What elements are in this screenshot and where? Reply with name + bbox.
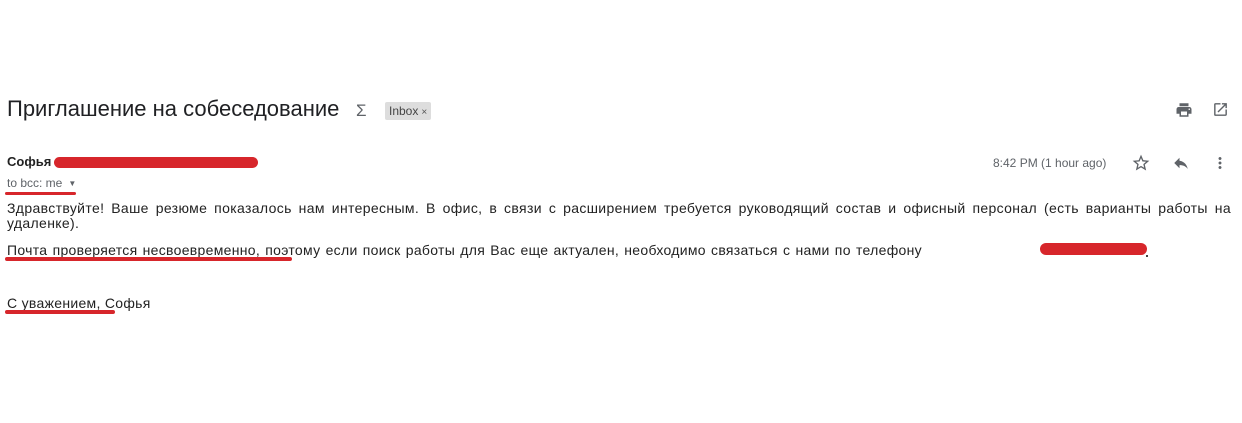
recipients-details-toggle[interactable]: to bcc: me ▼ (7, 176, 76, 190)
email-body-paragraph-2: Почта проверяется несвоевременно, поэтом… (7, 242, 922, 258)
dropdown-arrow-icon[interactable]: ▼ (68, 179, 76, 188)
highlighted-phrase: Почта проверяется несвоевременно (7, 242, 256, 258)
more-options-icon[interactable] (1211, 154, 1229, 172)
highlight-underline (5, 257, 292, 261)
signature-name: , Софья (96, 295, 151, 311)
print-icon[interactable] (1175, 101, 1193, 119)
email-signature: С уважением, Софья (7, 295, 151, 311)
important-marker-icon[interactable]: Σ (356, 101, 367, 121)
star-icon[interactable] (1131, 153, 1151, 173)
recipients-text: to bcc: me (7, 176, 63, 190)
inbox-label-text: Inbox (389, 104, 419, 118)
email-subject: Приглашение на собеседование (7, 96, 340, 121)
recipients-highlight-underline (5, 192, 76, 195)
signature-greeting: С уважением (7, 295, 97, 311)
sender-name[interactable]: Софья (7, 154, 51, 169)
phone-number-redaction (1040, 243, 1147, 255)
remove-label-icon[interactable]: × (421, 107, 427, 118)
open-in-new-window-icon[interactable] (1212, 101, 1229, 118)
email-body-paragraph-1: Здравствуйте! Ваше резюме показалось нам… (7, 200, 1231, 231)
body-paragraph-2-rest: , поэтому если поиск работы для Вас еще … (255, 242, 922, 258)
signature-highlight-underline (5, 310, 115, 314)
email-timestamp: 8:42 PM (1 hour ago) (993, 156, 1107, 170)
sender-email-redaction (54, 157, 258, 168)
sentence-period (1146, 255, 1148, 257)
reply-icon[interactable] (1171, 154, 1191, 172)
inbox-label-badge: Inbox × (385, 102, 432, 120)
